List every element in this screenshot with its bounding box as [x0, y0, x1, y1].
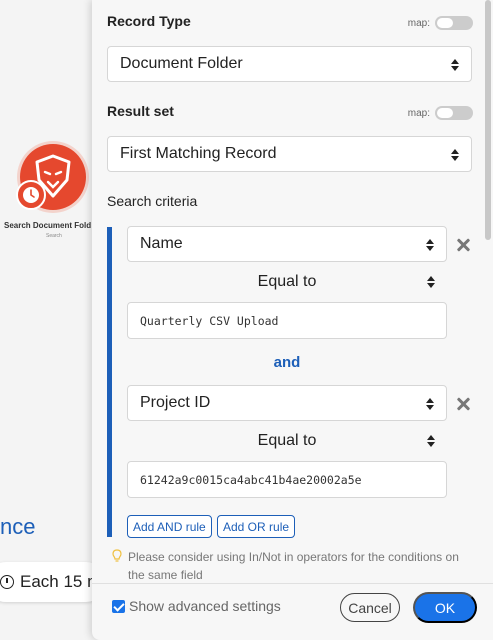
map-label: map: — [407, 17, 430, 29]
advanced-settings-toggle[interactable]: Show advanced settings — [112, 598, 281, 614]
record-type-value: Document Folder — [120, 55, 243, 72]
record-type-title: Record Type — [107, 13, 191, 29]
advanced-settings-label: Show advanced settings — [129, 598, 281, 614]
condition-2-value-input[interactable]: 61242a9c0015ca4abc41b4ae20002a5e — [127, 461, 447, 498]
condition-1-operator-select[interactable]: Equal to — [127, 267, 447, 297]
condition-1-field-select[interactable]: Name — [127, 226, 447, 262]
condition-2-field-select[interactable]: Project ID — [127, 385, 447, 421]
module-settings-panel: Record Type map: Document Folder Result … — [92, 0, 493, 640]
remove-condition-2-icon[interactable] — [456, 397, 470, 411]
select-arrows-icon — [427, 434, 435, 448]
background-link-text[interactable]: nce — [0, 514, 35, 540]
hint-text: Please consider using In/Not in operator… — [128, 550, 459, 582]
search-document-folder-module[interactable] — [16, 144, 90, 216]
panel-scrollbar[interactable] — [485, 0, 491, 240]
operator-hint: Please consider using In/Not in operator… — [112, 548, 472, 584]
module-label: Search Document Fold — [4, 221, 92, 230]
select-arrows-icon — [426, 238, 434, 252]
record-type-map-toggle[interactable]: map: — [408, 16, 473, 30]
condition-1-value-input[interactable]: Quarterly CSV Upload — [127, 302, 447, 339]
map-label: map: — [407, 107, 430, 119]
result-set-value: First Matching Record — [120, 145, 277, 162]
criteria-group-bar — [107, 227, 112, 537]
condition-field-value: Project ID — [140, 394, 211, 411]
and-conjunction-label: and — [273, 354, 301, 371]
schedule-clock-icon[interactable] — [16, 180, 46, 210]
operator-value: Equal to — [257, 432, 317, 449]
add-or-rule-button[interactable]: Add OR rule — [217, 515, 296, 538]
condition-2-operator-select[interactable]: Equal to — [127, 426, 447, 456]
schedule-pill[interactable]: Each 15 m — [0, 562, 106, 602]
clock-icon — [0, 575, 14, 589]
map-toggle-switch[interactable] — [435, 106, 473, 120]
advanced-settings-checkbox[interactable] — [112, 599, 125, 613]
condition-value-text: 61242a9c0015ca4abc41b4ae20002a5e — [140, 472, 362, 487]
operator-value: Equal to — [257, 273, 317, 290]
select-arrows-icon — [427, 275, 435, 289]
footer-divider — [92, 583, 493, 584]
cancel-button[interactable]: Cancel — [340, 593, 400, 622]
lightbulb-icon — [112, 549, 122, 562]
select-arrows-icon — [426, 397, 434, 411]
select-arrows-icon — [451, 58, 459, 72]
module-sublabel: Search — [46, 233, 62, 239]
condition-field-value: Name — [140, 235, 183, 252]
add-and-rule-button[interactable]: Add AND rule — [127, 515, 212, 538]
remove-condition-1-icon[interactable] — [456, 238, 470, 252]
select-arrows-icon — [451, 148, 459, 162]
result-set-map-toggle[interactable]: map: — [408, 106, 473, 120]
schedule-text: Each 15 m — [20, 572, 102, 591]
result-set-title: Result set — [107, 103, 174, 119]
search-criteria-title: Search criteria — [107, 193, 198, 209]
condition-value-text: Quarterly CSV Upload — [140, 313, 279, 328]
result-set-select[interactable]: First Matching Record — [107, 136, 472, 172]
map-toggle-switch[interactable] — [435, 16, 473, 30]
ok-button[interactable]: OK — [413, 592, 477, 623]
record-type-select[interactable]: Document Folder — [107, 46, 472, 82]
